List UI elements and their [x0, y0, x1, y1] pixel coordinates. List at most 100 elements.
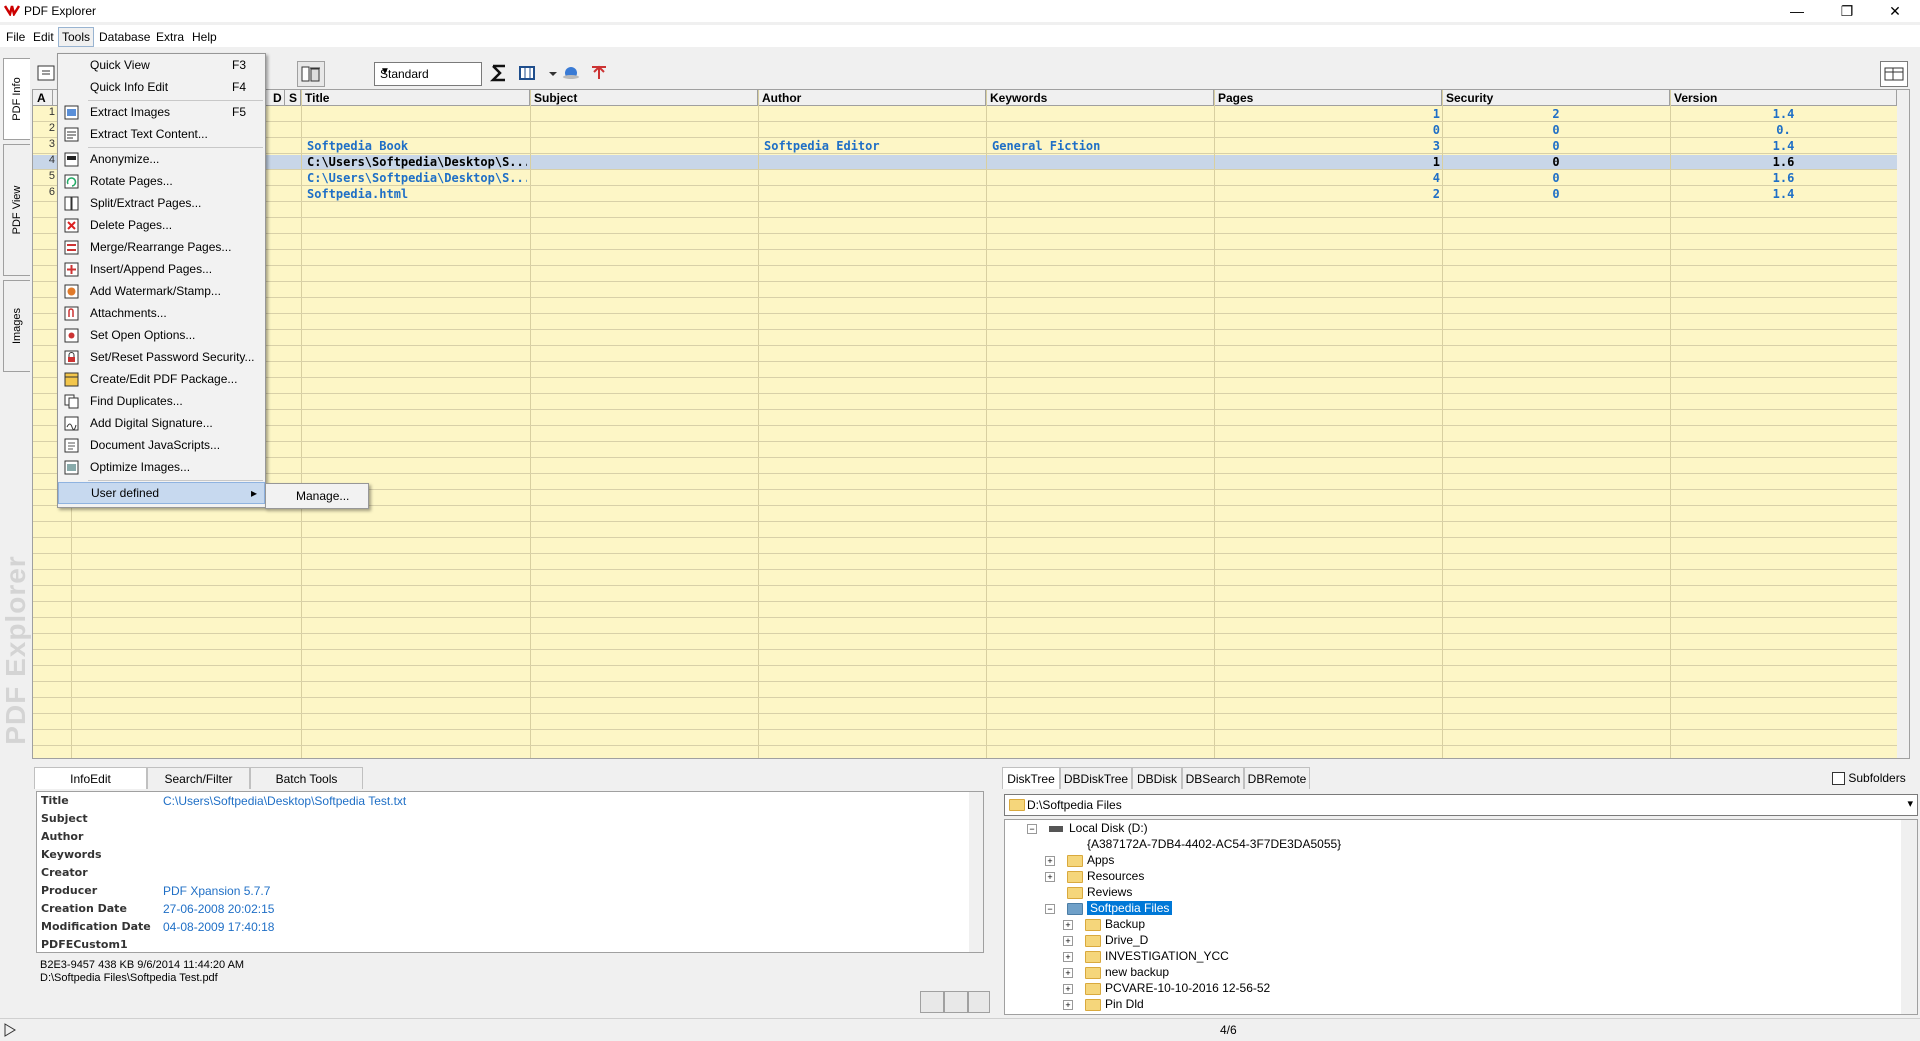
cell-pages[interactable]: 1	[1214, 106, 1440, 122]
tab-infoedit[interactable]: InfoEdit	[34, 767, 147, 789]
tree-node-drive-d[interactable]: Drive_D	[1085, 932, 1148, 948]
tab-batch-tools[interactable]: Batch Tools	[250, 767, 363, 789]
tab-dbremote[interactable]: DBRemote	[1244, 767, 1310, 789]
menu-item-anonymize[interactable]: Anonymize...	[58, 149, 265, 171]
expand-icon[interactable]: +	[1063, 1000, 1073, 1010]
cell-pages[interactable]: 2	[1214, 186, 1440, 202]
minimize-button[interactable]: —	[1774, 0, 1820, 22]
column-header-s[interactable]: S	[285, 90, 301, 106]
tree-node-backup[interactable]: Backup	[1085, 916, 1145, 932]
tab-dbsearch[interactable]: DBSearch	[1182, 767, 1244, 789]
cell-security[interactable]: 0	[1442, 138, 1670, 154]
tree-node-resources[interactable]: Resources	[1067, 868, 1144, 884]
expand-icon[interactable]: +	[1045, 872, 1055, 882]
tab-dbdisk[interactable]: DBDisk	[1132, 767, 1182, 789]
menu-item-open-options[interactable]: Set Open Options...	[58, 325, 265, 347]
column-header-pages[interactable]: Pages	[1214, 90, 1442, 106]
tree-node-guid-folder[interactable]: {A387172A-7DB4-4402-AC54-3F7DE3DA5055}	[1067, 836, 1341, 852]
expand-icon[interactable]: +	[1063, 968, 1073, 978]
menu-item-password-security[interactable]: Set/Reset Password Security...	[58, 347, 265, 369]
panel-button-1[interactable]	[920, 991, 944, 1013]
column-header-security[interactable]: Security	[1442, 90, 1670, 106]
pdf-file-grid[interactable]: A D S Title Subject Author Keywords Page…	[32, 89, 1910, 759]
cell-keywords[interactable]: General Fiction	[992, 138, 1212, 154]
menu-item-extract-text[interactable]: Extract Text Content...	[58, 124, 265, 146]
menu-tools[interactable]: Tools	[58, 27, 95, 47]
cell-pages[interactable]: 1	[1214, 154, 1440, 170]
tree-node-reviews[interactable]: Reviews	[1067, 884, 1132, 900]
tree-scrollbar[interactable]	[1901, 820, 1917, 1014]
menu-item-split-pages[interactable]: Split/Extract Pages...	[58, 193, 265, 215]
cell-pages[interactable]: 0	[1214, 122, 1440, 138]
menu-item-attachments[interactable]: Attachments...	[58, 303, 265, 325]
collapse-icon[interactable]: −	[1027, 824, 1037, 834]
tree-node-pcvare[interactable]: PCVARE-10-10-2016 12-56-52	[1085, 980, 1270, 996]
cell-version[interactable]: 0.	[1670, 122, 1897, 138]
cell-author[interactable]: Softpedia Editor	[764, 138, 984, 154]
play-icon[interactable]	[4, 1023, 16, 1037]
column-header-subject[interactable]: Subject	[530, 90, 758, 106]
cell-title[interactable]: C:\Users\Softpedia\Desktop\S...	[307, 170, 527, 186]
cell-security[interactable]: 0	[1442, 170, 1670, 186]
toolbar-layout-button[interactable]	[1880, 61, 1908, 87]
cell-title[interactable]: Softpedia Book	[307, 138, 527, 154]
checkbox-box[interactable]	[1832, 772, 1845, 786]
panel-button-3[interactable]	[968, 991, 990, 1013]
cell-security[interactable]: 0	[1442, 122, 1670, 138]
column-header-author[interactable]: Author	[758, 90, 986, 106]
menu-item-merge-pages[interactable]: Merge/Rearrange Pages...	[58, 237, 265, 259]
menu-item-quick-view[interactable]: Quick View F3	[58, 55, 265, 77]
column-header-keywords[interactable]: Keywords	[986, 90, 1214, 106]
menu-item-optimize-images[interactable]: Optimize Images...	[58, 457, 265, 479]
grid-vertical-scrollbar[interactable]	[1897, 90, 1909, 758]
field-value[interactable]: PDF Xpansion 5.7.7	[163, 884, 270, 898]
menu-item-watermark[interactable]: Add Watermark/Stamp...	[58, 281, 265, 303]
tab-search-filter[interactable]: Search/Filter	[147, 767, 250, 789]
tree-node-local-disk[interactable]: Local Disk (D:)	[1049, 820, 1148, 836]
menu-item-user-defined[interactable]: User defined ▸	[58, 482, 265, 504]
tab-dbdisktree[interactable]: DBDiskTree	[1060, 767, 1132, 789]
toolbar-delete-button[interactable]	[297, 61, 325, 87]
expand-icon[interactable]: +	[1045, 856, 1055, 866]
menu-help[interactable]: Help	[189, 28, 220, 46]
toolbar-sum-button[interactable]	[486, 61, 512, 85]
expand-icon[interactable]: +	[1063, 984, 1073, 994]
tab-disktree[interactable]: DiskTree	[1002, 767, 1060, 789]
cell-version[interactable]: 1.4	[1670, 138, 1897, 154]
tree-node-investigation[interactable]: INVESTIGATION_YCC	[1085, 948, 1229, 964]
menu-item-insert-pages[interactable]: Insert/Append Pages...	[58, 259, 265, 281]
cell-security[interactable]: 2	[1442, 106, 1670, 122]
info-scrollbar[interactable]	[969, 792, 983, 952]
cell-version[interactable]: 1.4	[1670, 186, 1897, 202]
column-header-d[interactable]: D	[269, 90, 285, 106]
cell-security[interactable]: 0	[1442, 186, 1670, 202]
panel-button-2[interactable]	[944, 991, 968, 1013]
view-style-select[interactable]: Standard ▼	[374, 62, 482, 86]
menu-edit[interactable]: Edit	[30, 28, 57, 46]
cell-version[interactable]: 1.6	[1670, 170, 1897, 186]
tab-pdf-info[interactable]: PDF Info	[3, 58, 30, 140]
field-value[interactable]: C:\Users\Softpedia\Desktop\Softpedia Tes…	[163, 794, 406, 808]
toolbar-pdf-button[interactable]	[586, 61, 612, 85]
field-value[interactable]: 27-06-2008 20:02:15	[163, 902, 274, 916]
cell-title[interactable]: C:\Users\Softpedia\Desktop\S...	[307, 154, 527, 170]
close-button[interactable]: ✕	[1872, 0, 1918, 22]
cell-security[interactable]: 0	[1442, 154, 1670, 170]
toolbar-columns-dropdown[interactable]	[540, 61, 557, 85]
menu-item-extract-images[interactable]: Extract Images F5	[58, 102, 265, 124]
menu-database[interactable]: Database	[96, 28, 153, 46]
column-header-version[interactable]: Version	[1670, 90, 1897, 106]
expand-icon[interactable]: +	[1063, 920, 1073, 930]
cell-pages[interactable]: 4	[1214, 170, 1440, 186]
cell-pages[interactable]: 3	[1214, 138, 1440, 154]
menu-item-delete-pages[interactable]: Delete Pages...	[58, 215, 265, 237]
cell-version[interactable]: 1.6	[1670, 154, 1897, 170]
field-value[interactable]: 04-08-2009 17:40:18	[163, 920, 274, 934]
menu-item-rotate-pages[interactable]: Rotate Pages...	[58, 171, 265, 193]
tree-node-new-backup[interactable]: new backup	[1085, 964, 1169, 980]
restore-button[interactable]: ❐	[1824, 0, 1870, 22]
column-header-title[interactable]: Title	[301, 90, 530, 106]
column-header-a[interactable]: A	[33, 90, 53, 106]
menu-item-digital-signature[interactable]: Add Digital Signature...	[58, 413, 265, 435]
toolbar-columns-button[interactable]	[516, 61, 542, 85]
